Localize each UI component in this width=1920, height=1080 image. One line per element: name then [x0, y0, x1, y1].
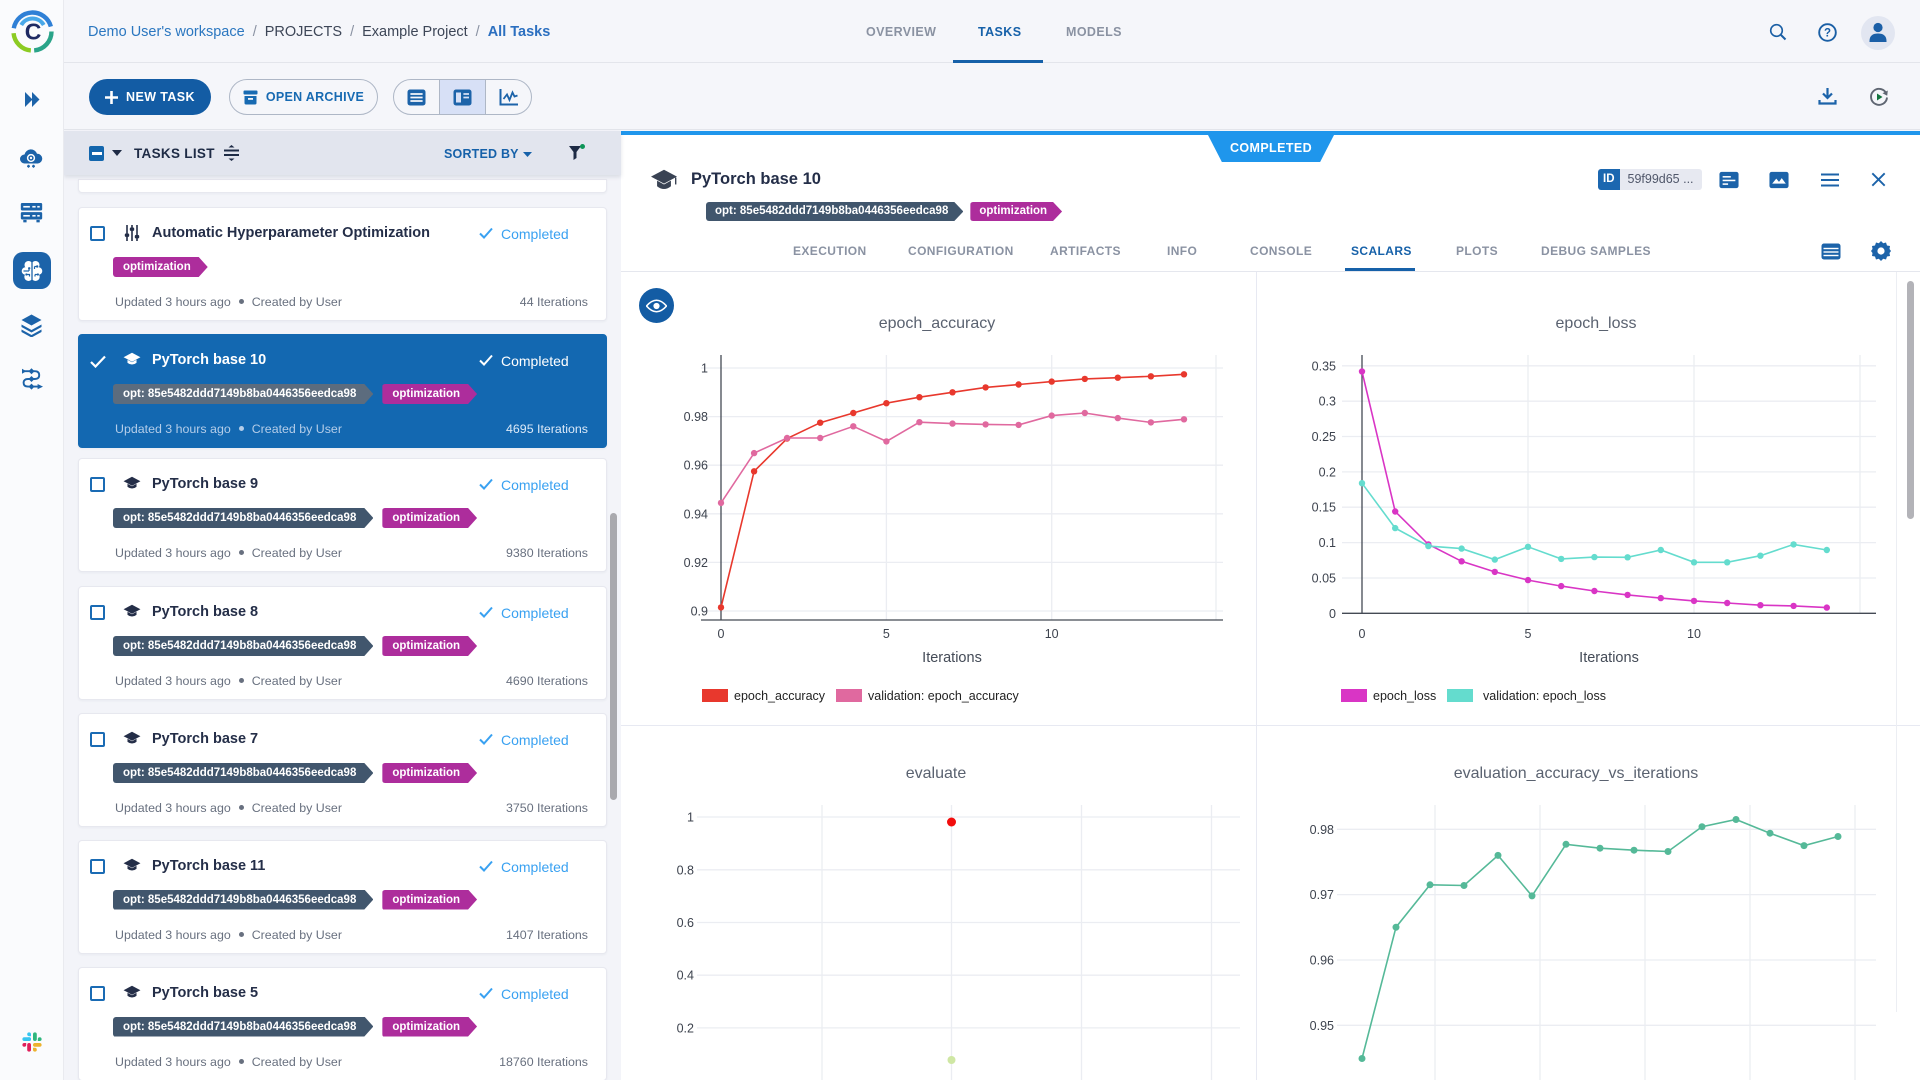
svg-text:Iterations: Iterations — [1579, 650, 1639, 666]
svg-text:1: 1 — [687, 811, 694, 825]
svg-text:0.1: 0.1 — [1319, 536, 1336, 550]
svg-text:validation: epoch_accuracy: validation: epoch_accuracy — [868, 689, 1020, 703]
svg-text:C: C — [25, 19, 42, 45]
svg-text:0.4: 0.4 — [677, 969, 694, 983]
svg-text:0.05: 0.05 — [1312, 572, 1336, 586]
svg-text:?: ? — [1824, 28, 1831, 40]
svg-text:5: 5 — [883, 627, 890, 641]
svg-text:0.98: 0.98 — [684, 410, 708, 424]
svg-text:0.96: 0.96 — [684, 459, 708, 473]
svg-text:0.92: 0.92 — [684, 556, 708, 570]
svg-text:0: 0 — [718, 627, 725, 641]
svg-text:0.9: 0.9 — [691, 605, 708, 619]
svg-text:0.35: 0.35 — [1312, 359, 1336, 373]
svg-text:0.94: 0.94 — [684, 507, 708, 521]
svg-text:0.95: 0.95 — [1310, 1019, 1334, 1033]
svg-text:10: 10 — [1045, 627, 1059, 641]
svg-text:0.2: 0.2 — [1319, 465, 1336, 479]
svg-text:0: 0 — [1359, 627, 1366, 641]
svg-text:0: 0 — [1329, 607, 1336, 621]
svg-text:1: 1 — [701, 362, 708, 376]
svg-text:0.98: 0.98 — [1310, 823, 1334, 837]
svg-text:epoch_accuracy: epoch_accuracy — [879, 315, 996, 332]
svg-text:evaluation_accuracy_vs_iterati: evaluation_accuracy_vs_iterations — [1454, 765, 1699, 782]
svg-text:0.6: 0.6 — [677, 916, 694, 930]
svg-text:0.97: 0.97 — [1310, 888, 1334, 902]
svg-text:Iterations: Iterations — [922, 650, 982, 666]
svg-text:0.96: 0.96 — [1310, 954, 1334, 968]
svg-text:10: 10 — [1687, 627, 1701, 641]
svg-text:0.15: 0.15 — [1312, 501, 1336, 515]
svg-text:validation: epoch_loss: validation: epoch_loss — [1483, 689, 1606, 703]
svg-text:0.8: 0.8 — [677, 863, 694, 877]
svg-text:evaluate: evaluate — [906, 765, 967, 782]
svg-text:0.2: 0.2 — [677, 1021, 694, 1035]
svg-text:0.3: 0.3 — [1319, 395, 1336, 409]
svg-text:0.25: 0.25 — [1312, 430, 1336, 444]
svg-text:epoch_loss: epoch_loss — [1373, 689, 1436, 703]
svg-text:5: 5 — [1525, 627, 1532, 641]
svg-text:epoch_loss: epoch_loss — [1556, 315, 1637, 332]
svg-text:epoch_accuracy: epoch_accuracy — [734, 689, 826, 703]
